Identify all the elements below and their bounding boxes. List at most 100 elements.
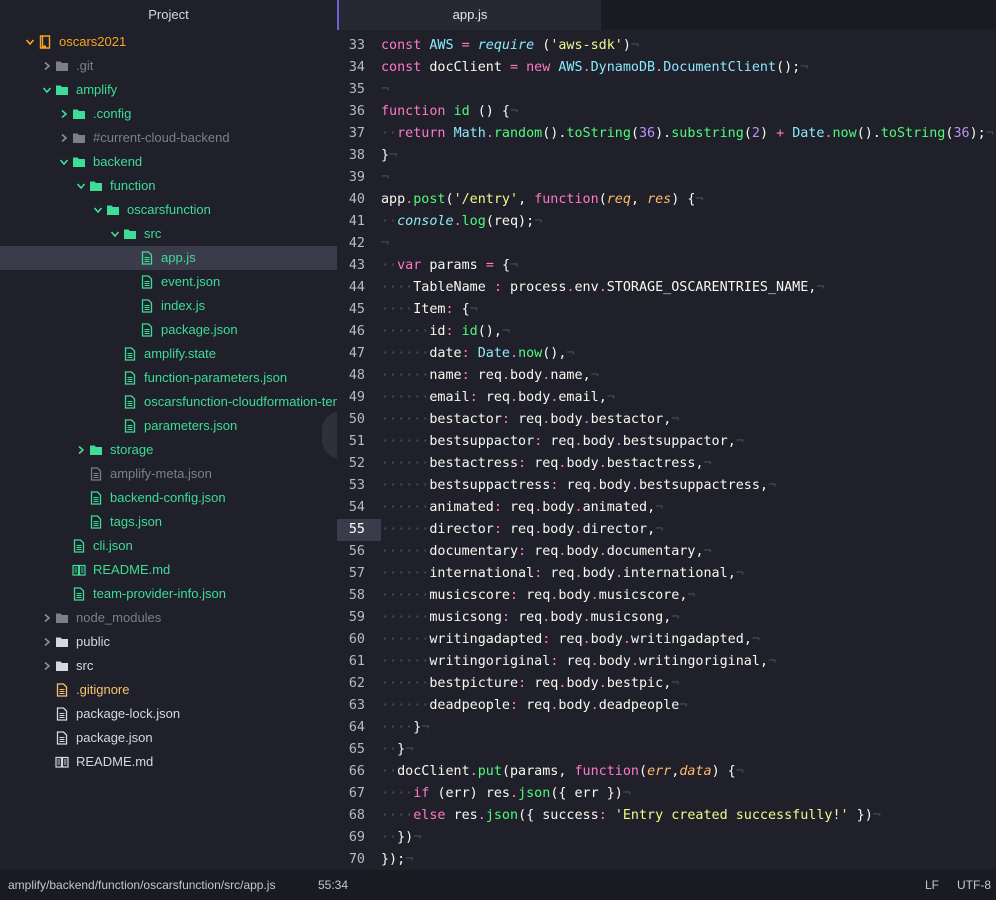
tree-item[interactable]: function [0, 174, 337, 198]
tree-item[interactable]: src [0, 654, 337, 678]
code-area[interactable]: const AWS = require ('aws-sdk')¬ const do… [381, 30, 996, 870]
code-line[interactable]: }¬ [381, 145, 397, 167]
tree-item[interactable]: app.js [0, 246, 337, 270]
code-token: documentary [606, 544, 696, 559]
tree-item[interactable]: event.json [0, 270, 337, 294]
tree-item[interactable]: README.md [0, 750, 337, 774]
tree-item[interactable]: package-lock.json [0, 702, 337, 726]
tree-item[interactable]: .config [0, 102, 337, 126]
code-line[interactable]: ······bestactor: req.body.bestactor,¬ [381, 409, 679, 431]
tree-item[interactable]: node_modules [0, 606, 337, 630]
code-line[interactable]: function id () {¬ [381, 101, 518, 123]
code-line[interactable]: ······date: Date.now(),¬ [381, 343, 575, 365]
code-line[interactable]: ······bestactress: req.body.bestactress,… [381, 453, 712, 475]
line-ending[interactable]: LF [925, 870, 939, 900]
code-editor[interactable]: 33 34 35 36 37 38 39 40 41 42 43 44 45 46 47 48 49 50 51 52… [337, 30, 996, 870]
code-line[interactable]: ··return Math.random().toString(36).subs… [381, 123, 994, 145]
tree-item[interactable]: public [0, 630, 337, 654]
code-token: . [582, 60, 591, 75]
tree-item[interactable]: backend [0, 150, 337, 174]
code-line[interactable]: app.post('/entry', function(req, res) {¬ [381, 189, 704, 211]
code-line[interactable]: ····Item: {¬ [381, 299, 478, 321]
tree-item[interactable]: src [0, 222, 337, 246]
file-tree: oscars2021 .git amplify .config #current-clo… [0, 30, 337, 774]
chevron-right-icon[interactable] [75, 438, 87, 462]
code-line[interactable]: ······documentary: req.body.documentary,… [381, 541, 712, 563]
line-number: 35 [348, 82, 365, 97]
code-line[interactable]: ······bestpicture: req.body.bestpic,¬ [381, 673, 679, 695]
code-token: = [461, 38, 478, 53]
code-line[interactable]: ····if (err) res.json({ err })¬ [381, 783, 631, 805]
code-line[interactable]: ··var params = {¬ [381, 255, 518, 277]
tree-item[interactable]: amplify-meta.json [0, 462, 337, 486]
tree-item[interactable]: .gitignore [0, 678, 337, 702]
code-line[interactable]: ····TableName : process.env.STORAGE_OSCA… [381, 277, 824, 299]
tree-item[interactable]: package.json [0, 726, 337, 750]
tree-item[interactable]: README.md [0, 558, 337, 582]
code-line[interactable]: ······writingadapted: req.body.writingad… [381, 629, 760, 651]
code-line[interactable]: ¬ [381, 79, 389, 101]
tree-item[interactable]: oscars2021 [0, 30, 337, 54]
tree-item[interactable]: oscarsfunction-cloudformation-temp [0, 390, 337, 414]
chevron-down-icon[interactable] [41, 78, 53, 102]
code-line[interactable]: ······musicsong: req.body.musicsong,¬ [381, 607, 679, 629]
code-line[interactable]: ¬ [381, 167, 389, 189]
code-token: . [582, 610, 591, 625]
encoding[interactable]: UTF-8 [957, 870, 991, 900]
tree-item[interactable]: amplify.state [0, 342, 337, 366]
code-line[interactable]: ··docClient.put(params, function(err,dat… [381, 761, 744, 783]
code-line[interactable]: ¬ [381, 233, 389, 255]
code-line[interactable]: ······id: id(),¬ [381, 321, 510, 343]
tree-item[interactable]: package.json [0, 318, 337, 342]
chevron-down-icon[interactable] [92, 198, 104, 222]
tree-item[interactable]: oscarsfunction [0, 198, 337, 222]
code-line[interactable]: ······animated: req.body.animated,¬ [381, 497, 663, 519]
cursor-position[interactable]: 55:34 [318, 870, 348, 900]
code-token: ({ err }) [550, 786, 623, 801]
chevron-down-icon[interactable] [24, 30, 36, 54]
code-line[interactable]: ······bestsuppactress: req.body.bestsupp… [381, 475, 776, 497]
code-token: TableName [413, 280, 494, 295]
chevron-right-icon[interactable] [41, 54, 53, 78]
tree-item[interactable]: amplify [0, 78, 337, 102]
code-line[interactable]: ··}¬ [381, 739, 413, 761]
tab-app-js[interactable]: app.js [337, 0, 601, 30]
code-line[interactable]: });¬ [381, 849, 413, 870]
tree-item[interactable]: backend-config.json [0, 486, 337, 510]
tree-item[interactable]: parameters.json [0, 414, 337, 438]
code-line[interactable]: ··})¬ [381, 827, 421, 849]
code-line[interactable]: ······name: req.body.name,¬ [381, 365, 599, 387]
chevron-down-icon[interactable] [58, 150, 70, 174]
tree-item[interactable]: .git [0, 54, 337, 78]
tree-item-label: amplify.state [144, 346, 217, 361]
tree-item[interactable]: function-parameters.json [0, 366, 337, 390]
chevron-right-icon[interactable] [41, 630, 53, 654]
code-line[interactable]: const AWS = require ('aws-sdk')¬ [381, 35, 639, 57]
tree-item[interactable]: #current-cloud-backend [0, 126, 337, 150]
code-line[interactable]: ····else res.json({ success: 'Entry crea… [381, 805, 881, 827]
code-line[interactable]: ······email: req.body.email,¬ [381, 387, 615, 409]
code-token: }); [381, 852, 406, 867]
code-line[interactable]: ······bestsuppactor: req.body.bestsuppac… [381, 431, 744, 453]
code-line[interactable]: ······international: req.body.internatio… [381, 563, 744, 585]
tree-item[interactable]: storage [0, 438, 337, 462]
code-line[interactable]: const docClient = new AWS.DynamoDB.Docum… [381, 57, 808, 79]
chevron-down-icon[interactable] [75, 174, 87, 198]
tree-item[interactable]: tags.json [0, 510, 337, 534]
tree-item[interactable]: cli.json [0, 534, 337, 558]
tree-item[interactable]: index.js [0, 294, 337, 318]
code-line[interactable]: ······deadpeople: req.body.deadpeople¬ [381, 695, 687, 717]
chevron-right-icon[interactable] [41, 654, 53, 678]
code-token: (req); [485, 214, 535, 229]
code-line[interactable]: ··console.log(req);¬ [381, 211, 542, 233]
chevron-right-icon[interactable] [58, 102, 70, 126]
code-line[interactable]: ····}¬ [381, 717, 429, 739]
chevron-down-icon[interactable] [109, 222, 121, 246]
code-line[interactable]: ······musicscore: req.body.musicscore,¬ [381, 585, 695, 607]
chevron-right-icon[interactable] [58, 126, 70, 150]
file-path[interactable]: amplify/backend/function/oscarsfunction/… [8, 870, 275, 900]
tree-item[interactable]: team-provider-info.json [0, 582, 337, 606]
chevron-right-icon[interactable] [41, 606, 53, 630]
code-line[interactable]: ······writingoriginal: req.body.writingo… [381, 651, 776, 673]
code-line[interactable]: ······director: req.body.director,¬ [381, 519, 663, 541]
